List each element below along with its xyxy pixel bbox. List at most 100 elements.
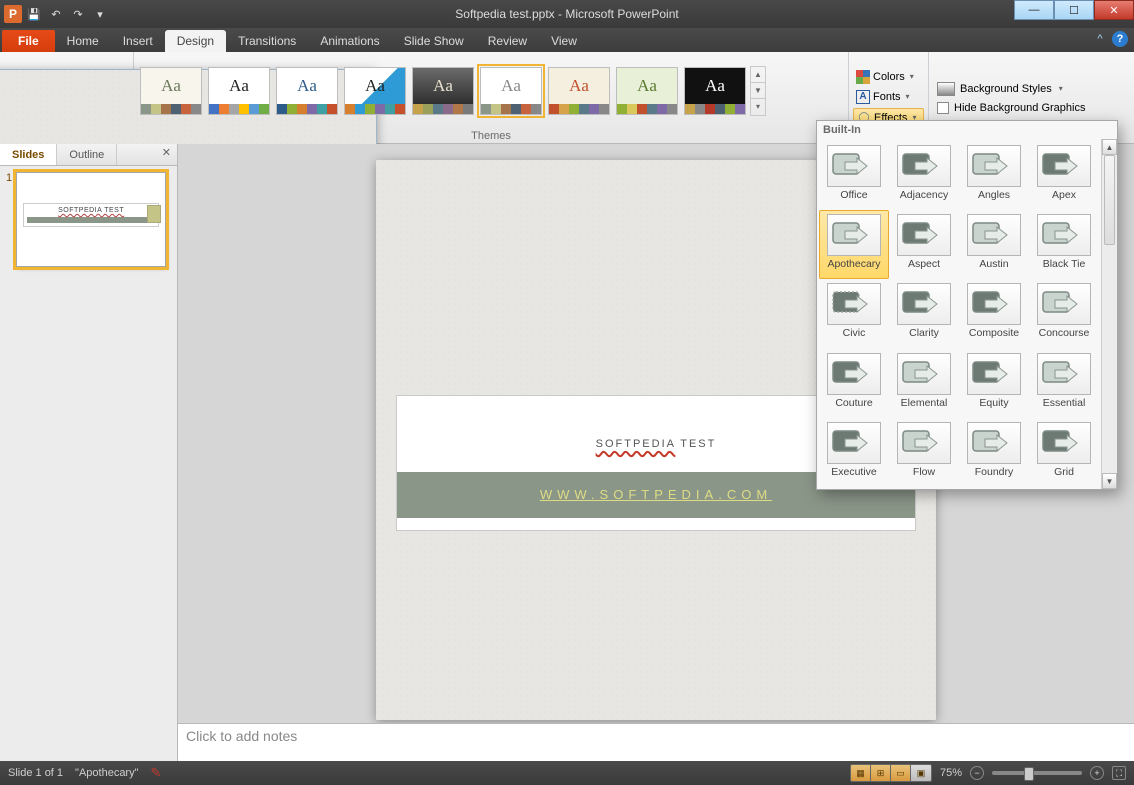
tab-design[interactable]: Design: [165, 30, 226, 52]
effect-label: Aspect: [908, 258, 940, 270]
effect-label: Flow: [913, 466, 935, 478]
effect-thumb-icon: [897, 145, 951, 187]
zoom-slider[interactable]: [992, 771, 1082, 775]
theme-thumb-1[interactable]: Aa: [208, 67, 270, 115]
effect-composite[interactable]: Composite: [959, 279, 1029, 348]
effect-label: Couture: [835, 397, 872, 409]
thumbnail-preview: SOFTPEDIA TEST: [16, 172, 166, 267]
effect-angles[interactable]: Angles: [959, 141, 1029, 210]
effect-thumb-icon: [967, 283, 1021, 325]
effects-header: Built-In: [817, 121, 1117, 139]
effect-thumb-icon: [897, 283, 951, 325]
effect-thumb-icon: [897, 353, 951, 395]
maximize-button[interactable]: ☐: [1054, 0, 1094, 20]
qat-customize-button[interactable]: ▾: [90, 4, 110, 24]
theme-scroll-up[interactable]: ▲: [751, 67, 765, 83]
background-styles-button[interactable]: Background Styles▾: [937, 82, 1126, 96]
theme-gallery-expand[interactable]: ▾: [751, 99, 765, 115]
theme-thumb-2[interactable]: Aa: [276, 67, 338, 115]
fonts-icon: A: [856, 90, 870, 104]
effect-aspect[interactable]: Aspect: [889, 210, 959, 279]
minimize-ribbon-icon[interactable]: ^: [1092, 31, 1108, 47]
tab-slideshow[interactable]: Slide Show: [392, 30, 476, 52]
tab-transitions[interactable]: Transitions: [226, 30, 308, 52]
effect-office[interactable]: Office: [819, 141, 889, 210]
effects-gallery-popup: Built-In OfficeAdjacencyAnglesApex Apothe…: [816, 120, 1118, 490]
panel-close-icon[interactable]: ✕: [156, 144, 177, 165]
effect-elemental[interactable]: Elemental: [889, 349, 959, 418]
app-icon[interactable]: P: [4, 5, 22, 23]
effect-couture[interactable]: Couture: [819, 349, 889, 418]
effect-austin[interactable]: Austin: [959, 210, 1029, 279]
effect-label: Composite: [969, 327, 1019, 339]
zoom-percent[interactable]: 75%: [940, 767, 962, 779]
effect-executive[interactable]: Executive: [819, 418, 889, 487]
tab-home[interactable]: Home: [55, 30, 111, 52]
effect-clarity[interactable]: Clarity: [889, 279, 959, 348]
slide-thumbnail[interactable]: 1 SOFTPEDIA TEST: [6, 172, 171, 267]
theme-thumb-7[interactable]: Aa: [616, 67, 678, 115]
redo-button[interactable]: ↷: [68, 4, 88, 24]
tab-outline-panel[interactable]: Outline: [57, 144, 117, 165]
background-icon: [937, 82, 955, 96]
theme-thumb-3[interactable]: Aa: [344, 67, 406, 115]
colors-button[interactable]: Colors▾: [853, 68, 924, 86]
theme-scroll-down[interactable]: ▼: [751, 83, 765, 99]
effect-flow[interactable]: Flow: [889, 418, 959, 487]
undo-button[interactable]: ↶: [46, 4, 66, 24]
theme-thumb-0[interactable]: Aa: [140, 67, 202, 115]
tab-slides-panel[interactable]: Slides: [0, 144, 57, 165]
file-tab[interactable]: File: [2, 30, 55, 52]
zoom-in-button[interactable]: +: [1090, 766, 1104, 780]
fonts-button[interactable]: A Fonts▾: [853, 88, 924, 106]
effect-label: Grid: [1054, 466, 1074, 478]
effect-thumb-icon: [967, 422, 1021, 464]
effect-apothecary[interactable]: Apothecary: [819, 210, 889, 279]
effect-adjacency[interactable]: Adjacency: [889, 141, 959, 210]
ribbon-help: ^ ?: [1092, 31, 1128, 47]
effect-label: Black Tie: [1043, 258, 1086, 270]
normal-view-button[interactable]: ▦: [851, 765, 871, 781]
tab-insert[interactable]: Insert: [111, 30, 165, 52]
fit-window-button[interactable]: ⛶: [1112, 766, 1126, 780]
scroll-thumb[interactable]: [1104, 155, 1115, 245]
close-button[interactable]: ✕: [1094, 0, 1134, 20]
tab-review[interactable]: Review: [476, 30, 539, 52]
effects-scrollbar[interactable]: ▲ ▼: [1101, 139, 1117, 489]
effect-grid[interactable]: Grid: [1029, 418, 1099, 487]
scroll-down-icon[interactable]: ▼: [1102, 473, 1117, 489]
theme-thumb-4[interactable]: Aa: [412, 67, 474, 115]
checkbox-icon: [937, 102, 949, 114]
save-button[interactable]: 💾: [24, 4, 44, 24]
tab-view[interactable]: View: [539, 30, 589, 52]
slideshow-view-button[interactable]: ▣: [911, 765, 931, 781]
hide-bg-checkbox[interactable]: Hide Background Graphics: [937, 102, 1126, 114]
effect-thumb-icon: [827, 214, 881, 256]
scroll-up-icon[interactable]: ▲: [1102, 139, 1117, 155]
effect-label: Executive: [831, 466, 877, 478]
theme-thumb-5[interactable]: Aa: [480, 67, 542, 115]
effect-thumb-icon: [827, 353, 881, 395]
tab-animations[interactable]: Animations: [308, 30, 391, 52]
help-icon[interactable]: ?: [1112, 31, 1128, 47]
theme-thumb-8[interactable]: Aa: [684, 67, 746, 115]
sorter-view-button[interactable]: ⊞: [871, 765, 891, 781]
effect-concourse[interactable]: Concourse: [1029, 279, 1099, 348]
theme-thumb-6[interactable]: Aa: [548, 67, 610, 115]
effect-black-tie[interactable]: Black Tie: [1029, 210, 1099, 279]
effect-thumb-icon: [1037, 283, 1091, 325]
title-bar: P 💾 ↶ ↷ ▾ Softpedia test.pptx - Microsof…: [0, 0, 1134, 28]
effect-foundry[interactable]: Foundry: [959, 418, 1029, 487]
minimize-button[interactable]: —: [1014, 0, 1054, 20]
notes-pane[interactable]: Click to add notes: [178, 723, 1134, 761]
reading-view-button[interactable]: ▭: [891, 765, 911, 781]
effect-essential[interactable]: Essential: [1029, 349, 1099, 418]
effect-apex[interactable]: Apex: [1029, 141, 1099, 210]
effect-civic[interactable]: Civic: [819, 279, 889, 348]
spellcheck-icon[interactable]: ✎: [151, 765, 162, 781]
slide-url-link[interactable]: WWW.SOFTPEDIA.COM: [540, 487, 772, 502]
colors-icon: [856, 70, 870, 84]
zoom-out-button[interactable]: −: [970, 766, 984, 780]
effect-thumb-icon: [827, 422, 881, 464]
effect-equity[interactable]: Equity: [959, 349, 1029, 418]
